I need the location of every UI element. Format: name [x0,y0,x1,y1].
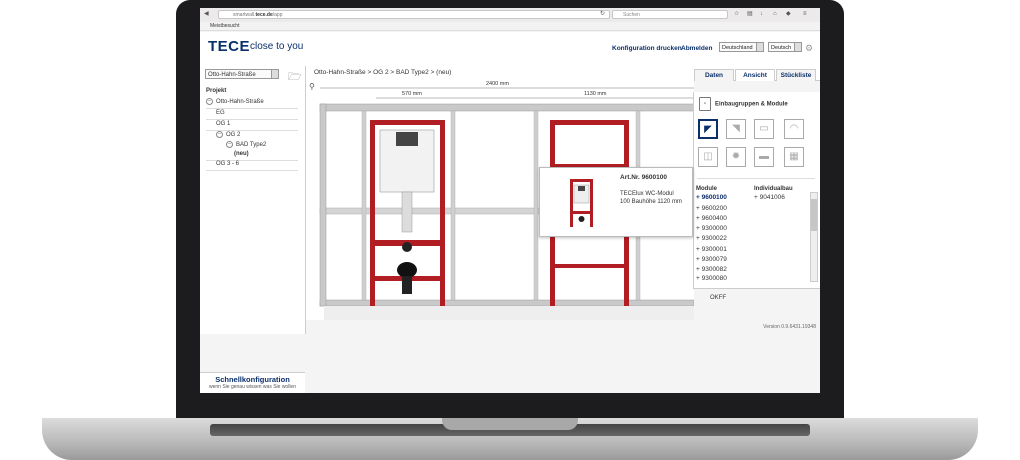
app-header: TECE close to you Konfiguration drucken … [200,32,820,66]
browser-toolbar: ◀ smartwall.tece.de/app ↻ Suchen ☆ ▤ ↓ ⌂… [200,8,820,23]
tece-logo: TECE [208,38,251,55]
breadcrumb[interactable]: Otto-Hahn-Straße > OG 2 > BAD Type2 > (n… [314,69,451,76]
tab-daten[interactable]: Daten [694,69,734,81]
module-tooltip: Art.Nr. 9600100 TECElux WC-Modul 100 Bau… [539,167,693,237]
tree-label: Otto-Hahn-Straße [216,99,264,106]
street-select[interactable]: Otto-Hahn-Straße [205,69,279,79]
module-thumbnail [570,179,593,227]
wc-category-icon[interactable]: ◤ [698,119,718,139]
print-config-link[interactable]: Konfiguration drucken [612,45,682,52]
module-item[interactable]: + 9300082 [696,266,727,273]
tooltip-line-2: 100 Bauhöhe 1120 mm [620,199,682,205]
panel-heading: ▫ Einbaugruppen & Module [699,97,788,111]
bookmark-bar: Meistbesucht [200,22,820,31]
tab-ansicht[interactable]: Ansicht [735,69,775,81]
tree-item-og3-6[interactable]: OG 3 - 6 [216,161,239,167]
quick-config-subtitle: wenn Sie genau wissen was Sie wollen [209,384,296,390]
tooltip-article-number: Art.Nr. 9600100 [620,174,667,181]
tray-category-icon[interactable]: ▬ [754,147,774,167]
tree-item-og1[interactable]: OG 1 [216,121,230,127]
url-bar[interactable]: smartwall.tece.de/app [218,10,610,19]
url-domain: tece.de [255,12,273,18]
laptop-notch [442,418,578,430]
quick-config-title: Schnellkonfiguration [215,375,290,384]
bathtub-category-icon[interactable]: ▭ [754,119,774,139]
screen: ◀ smartwall.tece.de/app ↻ Suchen ☆ ▤ ↓ ⌂… [200,8,820,393]
logo-tagline: close to you [250,41,304,52]
version-label: Version 0.9.6431.19348 [763,324,816,330]
rail-category-icon[interactable]: ▦ [784,147,804,167]
url-prefix: smartwall. [233,12,256,18]
module-item[interactable]: + 9300080 [696,275,727,281]
module-item[interactable]: + 9300022 [696,235,727,242]
panel-heading-label: Einbaugruppen & Module [715,101,788,108]
shield-icon[interactable]: ◆ [786,11,791,18]
project-heading: Projekt [206,88,227,94]
dim-right: 1130 mm [584,91,607,97]
tooltip-line-1: TECElux WC-Modul [620,191,674,197]
tree-label: OG 2 [226,132,241,139]
tab-stueckliste[interactable]: Stückliste [776,69,816,81]
menu-icon[interactable]: ≡ [803,11,807,18]
collapse-icon[interactable]: – [216,131,223,138]
download-icon[interactable]: ↓ [760,11,763,18]
status-bar: Version 0.9.6431.19348 [306,320,820,334]
tree-label: BAD Type2 [236,142,267,149]
collapse-icon[interactable]: – [206,98,213,105]
individual-item[interactable]: + 9041006 [754,194,785,201]
bookmark-most-visited[interactable]: Meistbesucht [210,23,239,29]
okff-label: OKFF [710,295,726,301]
module-item[interactable]: + 9300001 [696,246,727,253]
washbasin-category-icon[interactable]: ◠ [784,119,804,139]
module-group-icon: ▫ [699,97,711,111]
module-item[interactable]: + 9600200 [696,205,727,212]
tooltip-description: TECElux WC-Modul 100 Bauhöhe 1120 mm [620,190,690,206]
back-icon[interactable]: ◀ [204,11,209,18]
search-placeholder: Suchen [623,12,640,18]
breadcrumb-bar: Otto-Hahn-Straße > OG 2 > BAD Type2 > (n… [306,66,820,81]
add-folder-icon[interactable]: 🗁 [288,68,302,87]
bidet-category-icon[interactable]: ◫ [698,147,718,167]
country-select[interactable]: Deutschland [719,42,764,52]
browser-search[interactable]: Suchen [612,10,728,19]
language-select[interactable]: Deutsch [768,42,802,52]
reload-icon[interactable]: ↻ [600,11,605,18]
divider [206,108,298,109]
tree-item-bad-type2[interactable]: – BAD Type2 [226,141,266,148]
module-item[interactable]: + 9600400 [696,215,727,222]
tree-item-eg[interactable]: EG [216,110,225,116]
url-path: /app [272,12,283,18]
module-item[interactable]: + 9300000 [696,225,727,232]
scrollbar-thumb[interactable] [811,199,817,231]
module-panel: ▫ Einbaugruppen & Module ◤ ◥ ▭ ◠ ◫ ✹ ▬ ▦ … [693,92,820,289]
home-icon[interactable]: ⌂ [773,11,777,18]
tree-item-neu[interactable]: (neu) [234,151,249,157]
module-item[interactable]: + 9300079 [696,256,727,263]
dim-total: 2400 mm [486,81,509,87]
quick-config[interactable]: Schnellkonfiguration wenn Sie genau wiss… [200,372,305,393]
collapse-icon[interactable]: – [226,141,233,148]
dim-left: 570 mm [402,91,422,97]
tree-item-og2[interactable]: – OG 2 [216,131,240,138]
divider [206,170,298,171]
modules-column-heading: Module [696,186,717,192]
module-list-scrollbar[interactable] [810,192,818,282]
project-sidebar: Otto-Hahn-Straße 🗁 Projekt – Otto-Hahn-St… [200,66,306,393]
shower-category-icon[interactable]: ✹ [726,147,746,167]
divider [206,119,298,120]
clipboard-icon[interactable]: ▤ [747,11,753,18]
tree-item-street[interactable]: – Otto-Hahn-Straße [206,98,264,105]
gear-icon[interactable]: ⚙ [805,43,813,54]
urinal-category-icon[interactable]: ◥ [726,119,746,139]
star-icon[interactable]: ☆ [734,11,739,18]
module-item[interactable]: + 9600100 [696,194,727,201]
logout-link[interactable]: Abmelden [681,45,712,52]
individual-column-heading: Individualbau [754,186,793,192]
divider [697,178,815,179]
